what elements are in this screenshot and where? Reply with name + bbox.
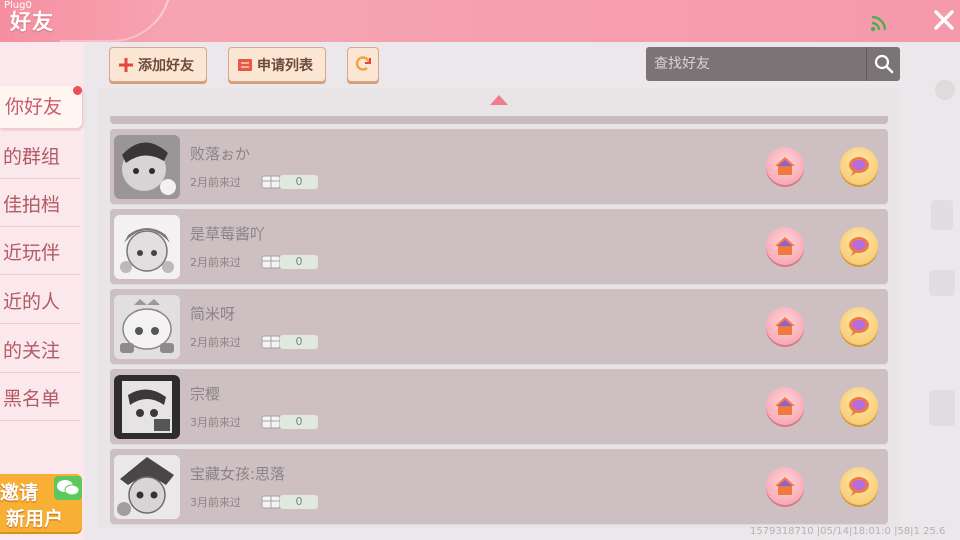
gift-count: 0 [280, 495, 318, 509]
sidebar-item-label: 佳拍档 [2, 194, 60, 216]
add-friend-label: 添加好友 [138, 58, 194, 74]
title-bar: Plug0 好友 [0, 0, 960, 42]
gift-count: 0 [280, 255, 318, 269]
request-list-label: 申请列表 [257, 58, 313, 74]
chat-bubble-icon [849, 317, 869, 336]
avatar[interactable] [114, 135, 180, 199]
avatar-image [114, 215, 180, 279]
last-seen: 3月前来过 [190, 416, 241, 429]
avatar[interactable] [114, 455, 180, 519]
visit-home-button[interactable] [766, 387, 804, 425]
sidebar-item-recent-players[interactable]: 近玩伴 [0, 232, 80, 275]
friend-name: 宝藏女孩:思落 [190, 465, 286, 483]
request-list-button[interactable]: 申请列表 [228, 47, 326, 82]
home-icon [775, 157, 795, 175]
chat-button[interactable] [840, 387, 878, 425]
friend-list[interactable]: 败落ぉか 2月前来过 0 是草莓酱吖 2月前来过 0 简米呀 2月前来过 0 宗… [98, 88, 900, 528]
avatar-image [114, 375, 180, 439]
sidebar-item-label: 的关注 [2, 340, 60, 362]
search-icon [874, 54, 894, 74]
list-icon [238, 59, 252, 71]
sidebar-item-label: 近的人 [2, 291, 60, 313]
friend-name: 宗樱 [190, 385, 221, 403]
close-icon[interactable] [930, 6, 958, 34]
gift-count: 0 [280, 175, 318, 189]
sidebar-item-groups[interactable]: 的群组 [0, 136, 80, 179]
sidebar-item-label: 近玩伴 [2, 242, 60, 264]
sidebar-item-following[interactable]: 的关注 [0, 330, 80, 373]
gift-icon [261, 255, 281, 269]
scroll-up-arrow-icon[interactable] [490, 95, 508, 105]
avatar[interactable] [114, 295, 180, 359]
avatar-image [114, 455, 180, 519]
home-icon [775, 397, 795, 415]
partial-row [110, 116, 888, 124]
chat-bubble-icon [849, 237, 869, 256]
gift-icon [261, 175, 281, 189]
invite-label-line2: 新用户 [6, 508, 64, 530]
chat-bubble-icon [849, 397, 869, 416]
sidebar-item-label: 黑名单 [2, 388, 60, 410]
visit-home-button[interactable] [766, 147, 804, 185]
home-icon [775, 477, 795, 495]
sidebar-item-label: 的群组 [2, 146, 60, 168]
chat-button[interactable] [840, 227, 878, 265]
sidebar-item-nearby[interactable]: 近的人 [0, 281, 80, 324]
sidebar-item-partner[interactable]: 佳拍档 [0, 184, 80, 227]
refresh-icon [355, 56, 371, 71]
invite-label-line1: 邀请 [0, 482, 39, 504]
sidebar-item-label: 你好友 [4, 96, 62, 118]
home-icon [775, 317, 795, 335]
chat-button[interactable] [840, 467, 878, 505]
add-friend-button[interactable]: 添加好友 [109, 47, 207, 82]
avatar[interactable] [114, 215, 180, 279]
refresh-button[interactable] [347, 47, 379, 82]
friend-row[interactable]: 败落ぉか 2月前来过 0 [110, 129, 888, 205]
visit-home-button[interactable] [766, 467, 804, 505]
search-input[interactable] [646, 47, 860, 81]
gift-icon [261, 335, 281, 349]
avatar-image [114, 135, 180, 199]
home-icon [775, 237, 795, 255]
friend-row[interactable]: 是草莓酱吖 2月前来过 0 [110, 209, 888, 285]
chat-button[interactable] [840, 147, 878, 185]
chat-button[interactable] [840, 307, 878, 345]
header-decoration [60, 0, 172, 42]
notification-dot [73, 86, 82, 95]
background-decoration [929, 80, 955, 426]
plus-icon [119, 58, 133, 72]
visit-home-button[interactable] [766, 227, 804, 265]
gift-icon [261, 415, 281, 429]
friend-row[interactable]: 简米呀 2月前来过 0 [110, 289, 888, 365]
wechat-icon [54, 476, 82, 500]
signal-icon [870, 15, 887, 32]
last-seen: 2月前来过 [190, 256, 241, 269]
friend-name: 败落ぉか [190, 145, 251, 163]
gift-count: 0 [280, 415, 318, 429]
chat-bubble-icon [849, 157, 869, 176]
avatar-image [114, 295, 180, 359]
friend-name: 简米呀 [190, 305, 236, 323]
visit-home-button[interactable] [766, 307, 804, 345]
friend-row[interactable]: 宗樱 3月前来过 0 [110, 369, 888, 445]
gift-count: 0 [280, 335, 318, 349]
last-seen: 3月前来过 [190, 496, 241, 509]
last-seen: 2月前来过 [190, 336, 241, 349]
search-button[interactable] [866, 47, 901, 81]
last-seen: 2月前来过 [190, 176, 241, 189]
debug-info: 1579318710 |05/14|18:01:0 |58|1 25.6 [750, 526, 946, 537]
avatar[interactable] [114, 375, 180, 439]
sidebar-item-blacklist[interactable]: 黑名单 [0, 378, 80, 421]
chat-bubble-icon [849, 477, 869, 496]
friend-name: 是草莓酱吖 [190, 225, 266, 243]
search-box [646, 47, 900, 81]
sidebar-item-friends[interactable]: 你好友 [0, 86, 82, 129]
page-title: 好友 [10, 10, 54, 34]
gift-icon [261, 495, 281, 509]
friend-row[interactable]: 宝藏女孩:思落 3月前来过 0 [110, 449, 888, 525]
